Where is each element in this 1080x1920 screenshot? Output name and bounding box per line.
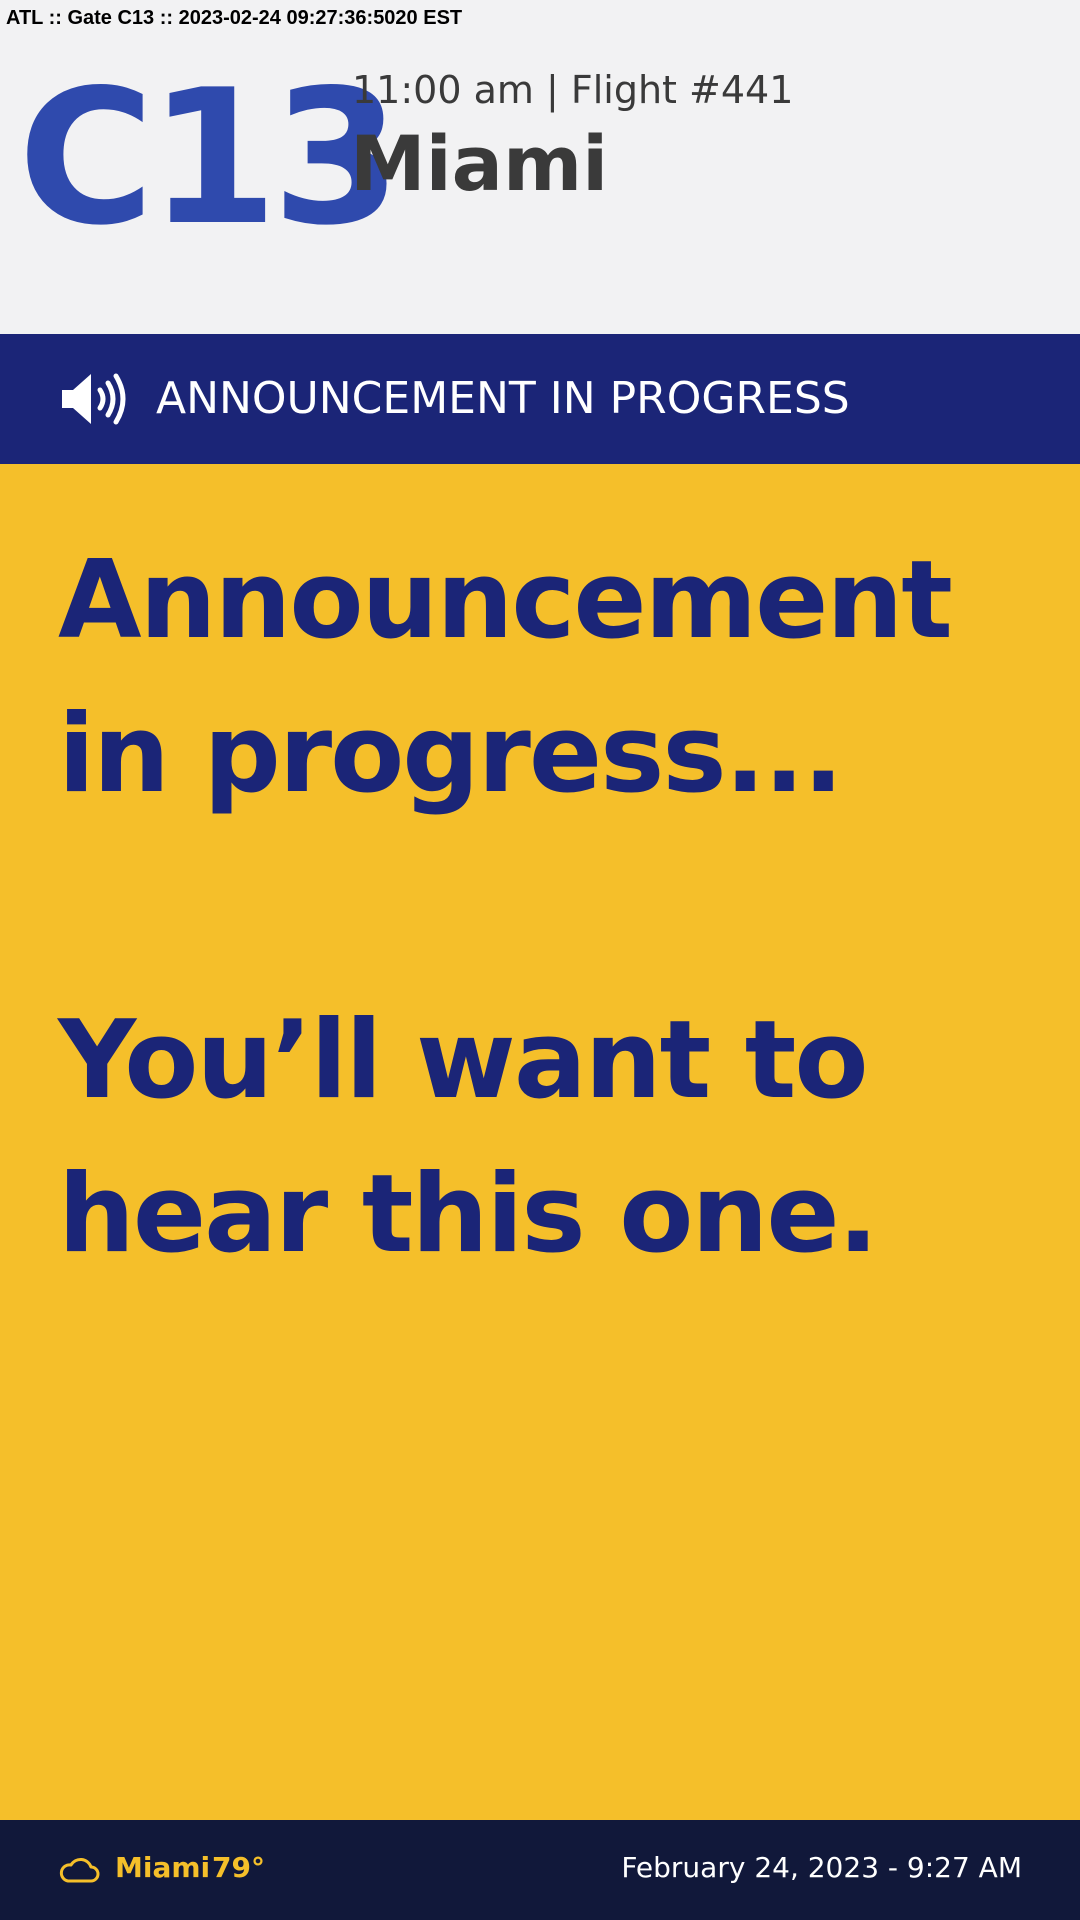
- weather-city: Miami: [115, 1851, 211, 1884]
- tagline-line: hear this one.: [58, 1152, 879, 1277]
- flight-time-number: 11:00 am | Flight #441: [352, 68, 794, 112]
- footer-bar: Miami 79° February 24, 2023 - 9:27 AM: [0, 1820, 1080, 1920]
- announcement-line: Announcement: [58, 538, 953, 663]
- cloud-icon: [59, 1858, 100, 1883]
- tagline-line: You’ll want to: [58, 998, 869, 1123]
- weather-temperature: 79°: [212, 1851, 265, 1884]
- announcement-panel: Announcement in progress... You’ll want …: [0, 464, 1080, 1820]
- announcement-banner: ANNOUNCEMENT IN PROGRESS: [0, 334, 1080, 464]
- gate-code: C13: [18, 49, 401, 266]
- speaker-icon: [62, 373, 126, 425]
- announcement-tagline: You’ll want to hear this one.: [58, 984, 1058, 1292]
- gate-header: C13 11:00 am | Flight #441 Miami: [0, 0, 1080, 334]
- banner-title: ANNOUNCEMENT IN PROGRESS: [156, 373, 850, 424]
- destination-city: Miami: [350, 119, 609, 208]
- announcement-message: Announcement in progress...: [58, 524, 1058, 832]
- current-datetime: February 24, 2023 - 9:27 AM: [621, 1851, 1022, 1884]
- announcement-line: in progress...: [58, 692, 844, 817]
